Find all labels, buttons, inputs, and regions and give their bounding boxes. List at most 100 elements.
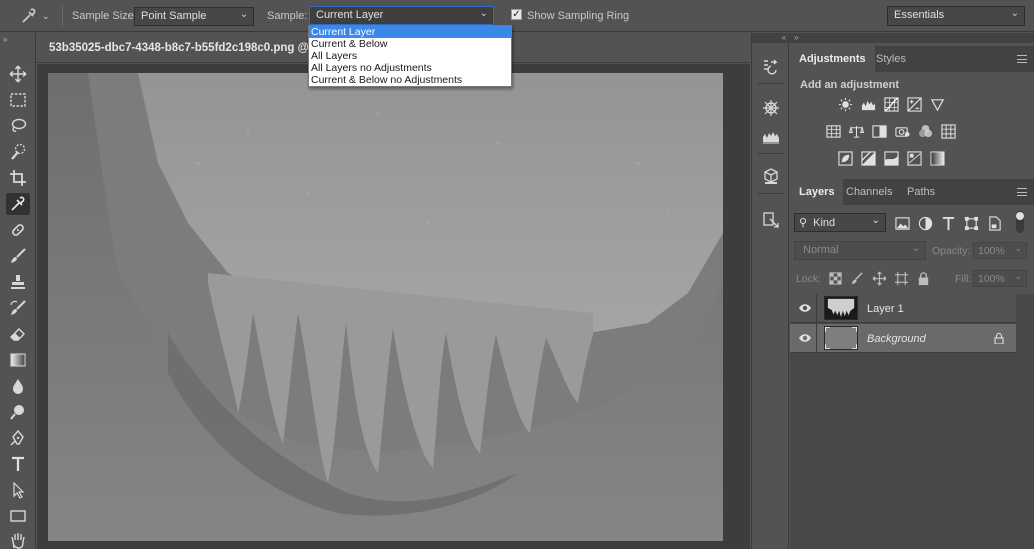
tab-adjustments[interactable]: Adjustments [790,46,875,72]
bandage-icon [12,224,24,236]
sample-size-select[interactable]: Point Sample ⌄ [134,7,254,26]
rectangle-tool[interactable] [6,505,30,527]
layer-filter-select[interactable]: ⚲ Kind ⌄ [794,213,886,232]
dodge-tool[interactable] [6,401,30,423]
tab-styles[interactable]: Styles [867,46,915,72]
lock-pixels-icon[interactable] [849,270,865,286]
photo-filter-icon[interactable] [894,123,910,139]
brightness-contrast-icon[interactable] [837,96,853,112]
brush-tool[interactable] [6,245,30,267]
show-sampling-ring-checkbox[interactable]: ✓ [511,9,522,20]
panel-menu-icon[interactable] [1017,55,1027,63]
filter-smart-object-icon[interactable] [986,215,1002,231]
filter-toggle[interactable] [1016,211,1024,233]
gradient-icon [10,353,26,367]
selective-color-icon[interactable] [906,150,922,166]
curves-icon[interactable] [883,96,899,112]
filter-adjustment-icon[interactable] [917,215,933,231]
chevron-down-icon: ⌄ [1014,271,1022,281]
chevron-down-icon: ⌄ [1010,8,1019,19]
tab-paths[interactable]: Paths [898,179,944,205]
collapse-panels-icon[interactable]: » [790,33,1034,43]
hand-tool[interactable] [6,529,30,549]
layer-name[interactable]: Layer 1 [867,303,904,315]
menu-item-current-layer[interactable]: Current Layer [309,26,511,38]
eye-icon[interactable] [798,332,812,344]
move-tool[interactable] [6,63,30,85]
gradient-map-icon[interactable] [929,150,945,166]
black-white-icon[interactable] [871,123,887,139]
eye-icon[interactable] [798,302,812,314]
menu-item-current-and-below[interactable]: Current & Below [309,38,511,50]
sample-label: Sample: [267,10,308,22]
filter-type-icon[interactable] [940,215,956,231]
lock-artboard-icon[interactable] [893,270,909,286]
divider [758,83,784,84]
lock-all-icon[interactable] [915,270,931,286]
blend-mode-select[interactable]: Normal ⌄ [794,241,926,260]
path-selection-tool[interactable] [6,479,30,501]
lock-position-icon[interactable] [871,270,887,286]
hand-icon [11,533,25,549]
blur-tool[interactable] [6,375,30,397]
gradient-tool[interactable] [6,349,30,371]
lasso-tool[interactable] [6,115,30,137]
droplet-icon [13,379,23,394]
healing-brush-tool[interactable] [6,219,30,241]
exposure-icon[interactable] [906,96,922,112]
tab-channels[interactable]: Channels [837,179,901,205]
posterize-icon[interactable] [860,150,876,166]
sample-select[interactable]: Current Layer ⌄ [309,6,494,25]
lock-icon[interactable] [994,333,1004,344]
color-balance-icon[interactable] [848,123,864,139]
color-lookup-icon[interactable] [940,123,956,139]
stamp-icon [11,275,25,289]
chevron-down-icon: ⌄ [239,9,248,20]
menu-item-all-layers-no-adjustments[interactable]: All Layers no Adjustments [309,62,511,74]
clone-stamp-tool[interactable] [6,271,30,293]
marquee-tool[interactable] [6,89,30,111]
levels-icon[interactable] [860,96,876,112]
filter-pixel-icon[interactable] [894,215,910,231]
properties-panel-button[interactable] [760,209,782,231]
panel-menu-icon[interactable] [1017,188,1027,196]
layer-name[interactable]: Background [867,333,926,345]
layer-row-background[interactable]: Background [790,324,1016,353]
fill-field[interactable]: 100% ⌄ [973,270,1027,287]
invert-icon[interactable] [837,150,853,166]
type-icon [12,456,24,471]
layer-row-layer-1[interactable]: Layer 1 [790,294,1016,323]
collapse-strip-icon[interactable]: « [752,33,790,43]
channel-mixer-icon[interactable] [917,123,933,139]
fill-value: 100% [978,273,1005,285]
threshold-icon[interactable] [883,150,899,166]
crop-tool[interactable] [6,167,30,189]
histogram-panel-button[interactable] [760,125,782,147]
menu-item-current-and-below-no-adjustments[interactable]: Current & Below no Adjustments [309,74,511,86]
hue-saturation-icon[interactable] [825,123,841,139]
pen-tool[interactable] [6,427,30,449]
history-brush-tool[interactable] [6,297,30,319]
navigator-panel-button[interactable] [760,97,782,119]
eyedropper-tool[interactable] [6,193,30,215]
tab-layers[interactable]: Layers [790,179,844,205]
eraser-tool[interactable] [6,323,30,345]
quick-selection-tool[interactable] [6,141,30,163]
opacity-field[interactable]: 100% ⌄ [973,242,1027,259]
tool-preset-picker[interactable]: ⌄ [20,7,54,25]
arrow-cursor-icon [13,481,25,499]
document-tab[interactable]: 53b35025-dbc7-4348-b8c7-b55fd2c198c0.png… [49,42,325,54]
type-tool[interactable] [6,453,30,475]
collapse-panel-icon[interactable]: » [3,35,7,44]
workspace-select[interactable]: Essentials ⌄ [887,6,1025,26]
canvas-image[interactable] [48,73,723,541]
menu-item-all-layers[interactable]: All Layers [309,50,511,62]
filter-shape-icon[interactable] [963,215,979,231]
document-canvas-area[interactable] [37,64,750,549]
history-panel-button[interactable] [760,56,782,78]
fill-label: Fill: [955,273,972,285]
vibrance-icon[interactable] [929,96,945,112]
chevron-down-icon: ⌄ [479,8,488,19]
lock-transparent-icon[interactable] [827,270,843,286]
3d-panel-button[interactable] [760,165,782,187]
